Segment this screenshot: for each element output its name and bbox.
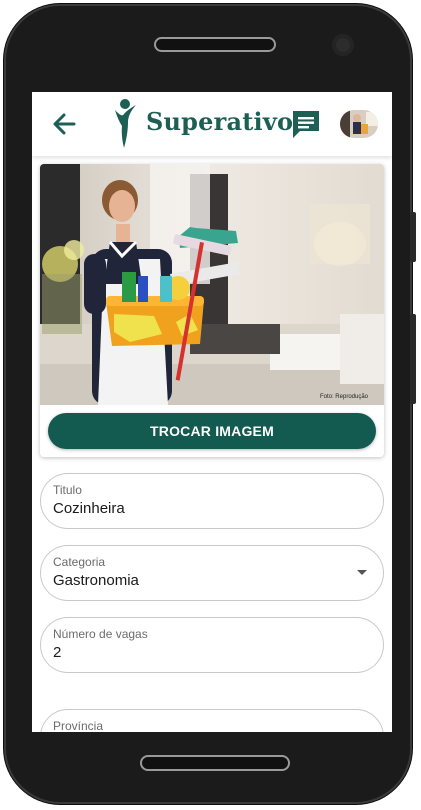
provincia-field[interactable]: Província bbox=[40, 709, 384, 732]
arrow-left-icon bbox=[53, 113, 76, 135]
categoria-label: Categoria bbox=[53, 555, 106, 569]
dropdown-arrow-icon[interactable] bbox=[357, 570, 367, 575]
change-image-button[interactable]: TROCAR IMAGEM bbox=[48, 413, 376, 449]
power-button bbox=[410, 314, 416, 404]
image-card: Foto: Reprodução TROCAR IMAGEM bbox=[40, 164, 384, 457]
app-screen: Superativo Foto: Reprodução TROCAR IMAGE… bbox=[32, 92, 392, 732]
categoria-select[interactable]: Categoria Gastronomia bbox=[40, 545, 384, 601]
user-avatar[interactable] bbox=[340, 110, 378, 138]
provincia-label: Província bbox=[53, 719, 104, 732]
titulo-label: Titulo bbox=[53, 483, 82, 497]
photo-credit: Foto: Reprodução bbox=[319, 394, 368, 400]
bottom-speaker bbox=[140, 755, 290, 771]
app-bar: Superativo bbox=[32, 92, 392, 156]
titulo-field[interactable]: Titulo Cozinheira bbox=[40, 473, 384, 529]
vagas-label: Número de vagas bbox=[53, 627, 148, 641]
categoria-value[interactable]: Gastronomia bbox=[53, 572, 139, 589]
back-button[interactable] bbox=[50, 110, 78, 138]
vagas-value[interactable]: 2 bbox=[53, 644, 61, 661]
earpiece-speaker bbox=[154, 37, 276, 52]
titulo-value[interactable]: Cozinheira bbox=[53, 500, 125, 517]
job-image bbox=[40, 164, 384, 405]
message-square-icon bbox=[293, 111, 319, 138]
vagas-field[interactable]: Número de vagas 2 bbox=[40, 617, 384, 673]
volume-button bbox=[410, 212, 416, 262]
brand-name: Superativo bbox=[146, 107, 294, 136]
chat-button[interactable] bbox=[290, 108, 322, 140]
brand-logo-icon bbox=[115, 99, 136, 148]
front-camera bbox=[332, 34, 354, 56]
